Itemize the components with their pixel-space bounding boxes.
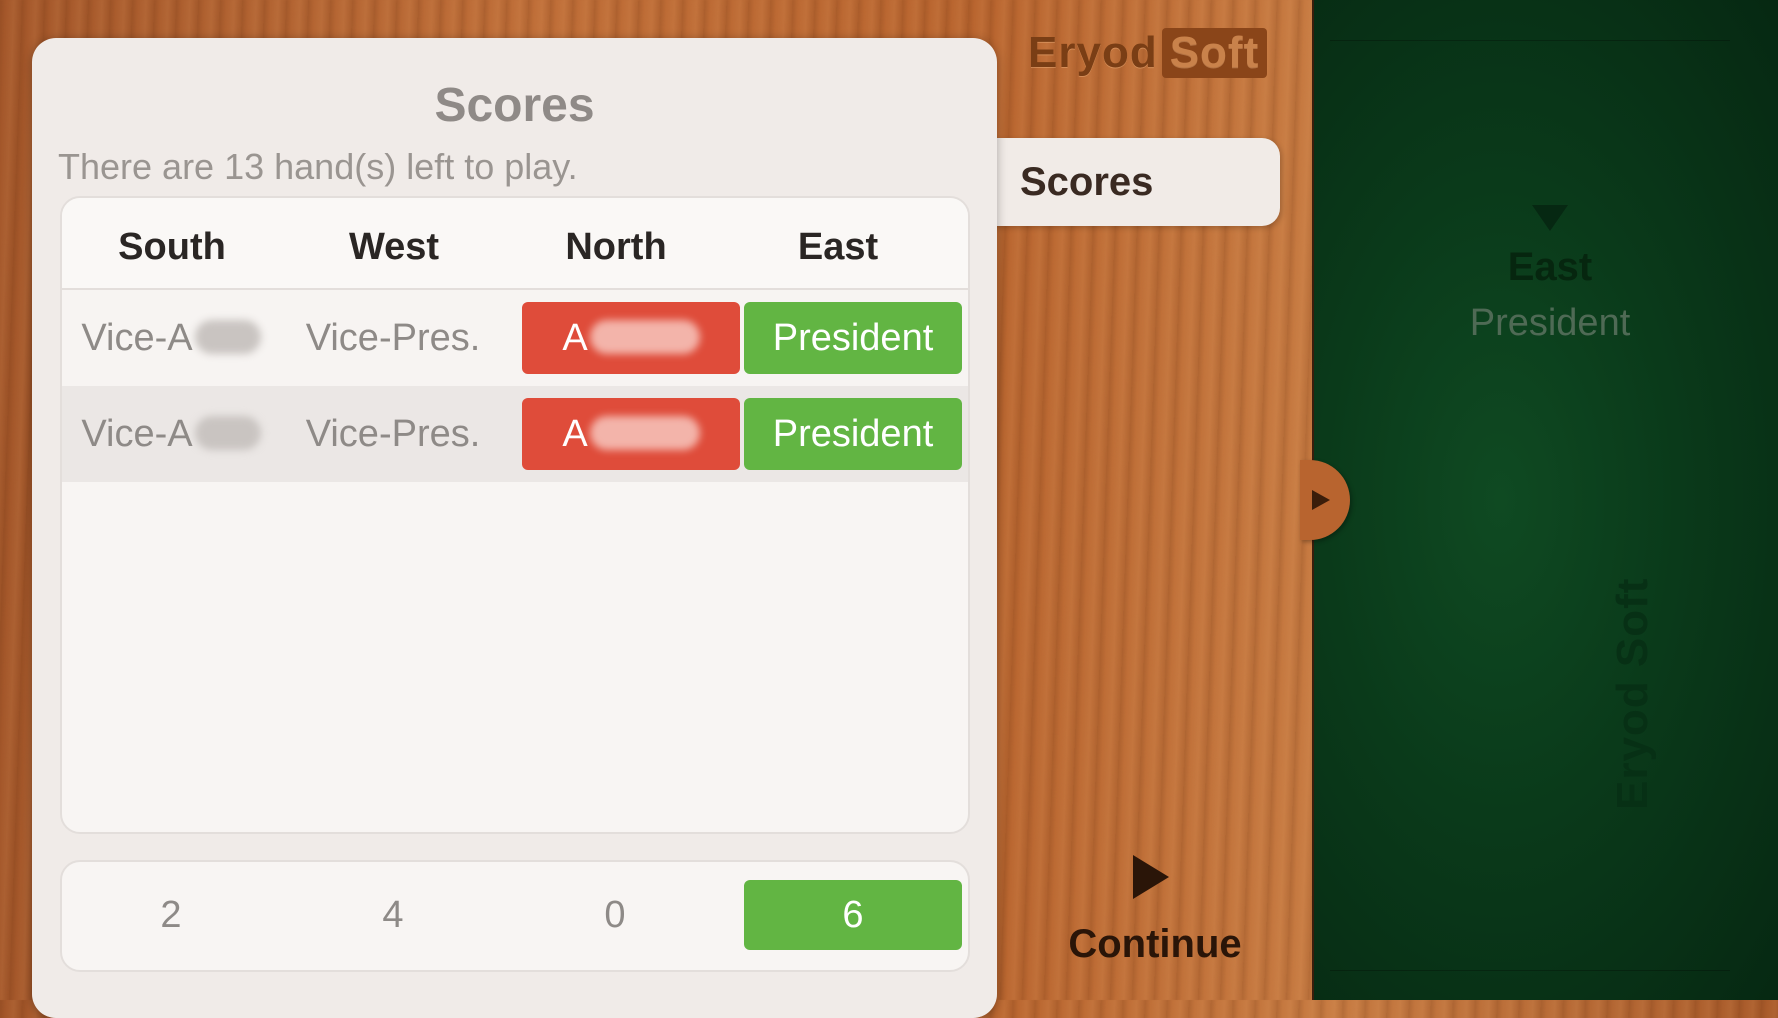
cell-south: Vice-A (62, 386, 280, 482)
column-header-south: South (118, 226, 226, 268)
column-header-west: West (348, 226, 440, 268)
cell-west: Vice-Pres. (305, 317, 481, 359)
rank-text: A (562, 413, 588, 455)
table-row: Vice-A Vice-Pres. A President (62, 386, 968, 482)
felt-divider-top (1330, 40, 1730, 41)
card-table-felt (1312, 0, 1778, 1000)
brand-logo: Eryod Soft (1028, 28, 1268, 78)
scores-tab-label: Scores (1020, 160, 1154, 204)
rank-text: A (562, 317, 588, 359)
cell-east: President (744, 302, 962, 374)
table-header: South West North East (62, 198, 968, 290)
turn-indicator-icon (1532, 205, 1568, 231)
cell-north: A (522, 302, 740, 374)
continue-label: Continue (1068, 922, 1242, 966)
play-arrow-icon (1133, 855, 1169, 899)
total-west: 4 (382, 894, 404, 936)
cell-west: Vice-Pres. (305, 413, 481, 455)
cell-east: President (744, 398, 962, 470)
panel-title: Scores (434, 79, 595, 132)
brand-logo-part1: Eryod (1028, 28, 1158, 77)
opponent-rank: President (1469, 302, 1631, 344)
hands-left-text: There are 13 hand(s) left to play. (58, 146, 578, 187)
column-header-east: East (797, 226, 879, 268)
rank-text: Vice-A (81, 413, 193, 455)
redacted-text (194, 415, 261, 450)
brand-logo-part2: Soft (1161, 28, 1268, 78)
scores-table: South West North East Vice-A Vice-Pres. … (60, 196, 970, 834)
total-east: 6 (744, 880, 962, 950)
total-north: 0 (604, 894, 626, 936)
felt-divider-bottom (1330, 970, 1730, 971)
play-arrow-icon (1312, 490, 1330, 510)
redacted-text (194, 319, 261, 354)
column-header-north: North (565, 226, 667, 268)
redacted-text (589, 415, 700, 450)
redacted-text (589, 319, 700, 354)
opponent-name: East (1507, 245, 1593, 289)
scores-panel: Scores There are 13 hand(s) left to play… (32, 38, 997, 1018)
felt-watermark-logo: Eryod Soft (1608, 577, 1657, 810)
cell-north: A (522, 398, 740, 470)
scores-tab[interactable]: Scores (980, 138, 1280, 226)
table-row: Vice-A Vice-Pres. A President (62, 290, 968, 386)
total-south: 2 (160, 894, 182, 936)
score-totals: 2 4 0 6 (60, 860, 970, 972)
continue-button[interactable]: Continue (1055, 850, 1255, 970)
cell-south: Vice-A (62, 290, 280, 386)
rank-text: Vice-A (81, 317, 193, 359)
